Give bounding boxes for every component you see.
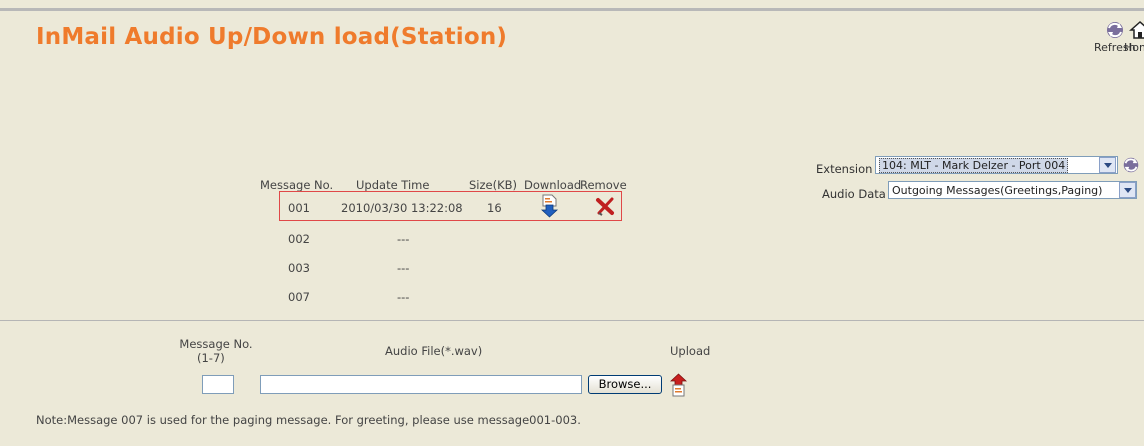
col-header-message-no: Message No. — [260, 178, 334, 192]
row-update-time: --- — [397, 261, 410, 275]
download-icon[interactable] — [541, 194, 559, 218]
refresh-icon — [1106, 22, 1123, 38]
row-update-time: 2010/03/30 13:22:08 — [341, 201, 463, 215]
extension-label: Extension — [816, 162, 873, 176]
extension-refresh-icon[interactable] — [1121, 155, 1141, 175]
home-button[interactable]: Home — [1124, 20, 1144, 54]
audio-data-select[interactable]: Outgoing Messages(Greetings,Paging) — [888, 181, 1137, 199]
remove-icon[interactable] — [595, 196, 615, 216]
row-message-no: 002 — [288, 232, 310, 246]
col-header-remove: Remove — [580, 178, 627, 192]
col-header-size: Size(KB) — [469, 178, 518, 192]
home-label: Home — [1124, 41, 1144, 54]
section-divider — [0, 320, 1144, 321]
chevron-down-icon[interactable] — [1099, 157, 1116, 173]
row-update-time: --- — [397, 232, 410, 246]
browse-button[interactable]: Browse... — [588, 375, 662, 394]
row-update-time: --- — [397, 290, 410, 304]
row-message-no: 001 — [288, 201, 310, 215]
audio-file-input[interactable] — [260, 375, 582, 394]
chevron-down-icon[interactable] — [1119, 182, 1136, 198]
home-icon — [1129, 20, 1144, 39]
page-title: InMail Audio Up/Down load(Station) — [36, 24, 508, 50]
upload-message-no-range: (1-7) — [197, 351, 225, 365]
audio-data-label: Audio Data — [822, 187, 886, 201]
extension-value: 104: MLT - Mark Delzer - Port 004 — [879, 158, 1069, 173]
extension-select[interactable]: 104: MLT - Mark Delzer - Port 004 — [875, 156, 1118, 174]
upload-message-no-label: Message No. — [179, 337, 253, 351]
row-message-no: 007 — [288, 290, 310, 304]
col-header-update-time: Update Time — [356, 178, 430, 192]
upload-label: Upload — [670, 344, 711, 358]
col-header-download: Download — [524, 178, 582, 192]
row-message-no: 003 — [288, 261, 310, 275]
audio-data-value: Outgoing Messages(Greetings,Paging) — [892, 184, 1103, 197]
note-text: Note:Message 007 is used for the paging … — [36, 413, 581, 427]
row-size: 16 — [487, 201, 502, 215]
message-no-input[interactable] — [202, 375, 234, 394]
upload-icon[interactable] — [670, 373, 688, 397]
audio-file-label: Audio File(*.wav) — [385, 344, 483, 358]
top-rule — [0, 8, 1144, 11]
